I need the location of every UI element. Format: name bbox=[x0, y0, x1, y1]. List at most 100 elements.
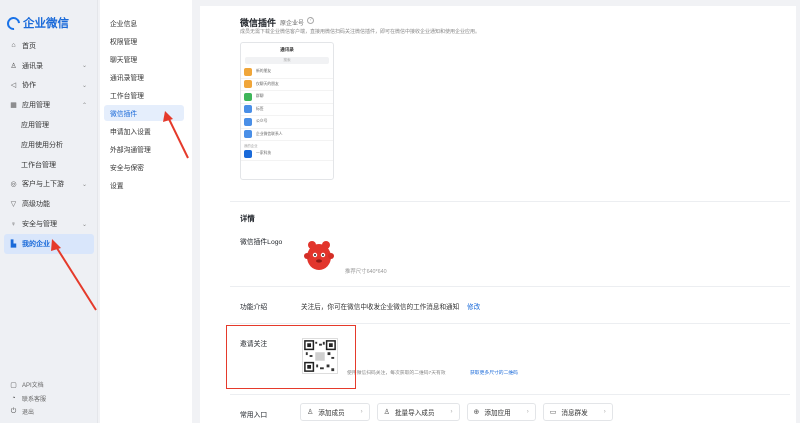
common-entry-label: 常用入口 bbox=[240, 412, 268, 419]
link-label: 联系客服 bbox=[22, 396, 47, 403]
wecom-logo-icon bbox=[4, 13, 23, 33]
chevron-right-icon: › bbox=[603, 409, 606, 415]
sidebar-item-advanced[interactable]: ▽ 高级功能 bbox=[4, 194, 94, 214]
chevron-up-icon: ⌃ bbox=[81, 102, 87, 109]
sidebar-item-collab[interactable]: ◁ 协作 ⌄ bbox=[4, 76, 94, 96]
subnav-item-permissions[interactable]: 权限管理 bbox=[104, 33, 184, 49]
sidebar-item-label: 协作 bbox=[22, 82, 36, 90]
sidebar-item-label: 安全与管理 bbox=[22, 221, 57, 229]
add-member-button[interactable]: ♙ 添加成员 › bbox=[300, 403, 370, 421]
divider bbox=[230, 286, 790, 287]
chevron-right-icon: › bbox=[450, 409, 453, 415]
sidebar-item-app-management[interactable]: ▦ 应用管理 ⌃ bbox=[4, 95, 94, 115]
chevron-down-icon: ⌄ bbox=[81, 82, 87, 89]
more-qr-sizes-link[interactable]: 获取更多尺寸的二维码 bbox=[470, 369, 518, 376]
divider bbox=[230, 394, 790, 395]
phone-preview-row: 标签 bbox=[241, 104, 333, 116]
phone-preview-row: 企业微信联系人 bbox=[241, 129, 333, 141]
add-member-icon: ♙ bbox=[307, 409, 314, 416]
phone-preview-row: 群聊 bbox=[241, 91, 333, 104]
entry-label: 添加成员 bbox=[318, 410, 345, 417]
add-app-button[interactable]: ⊕ 添加应用 › bbox=[466, 403, 536, 421]
group-chat-icon bbox=[244, 92, 252, 101]
company-icon bbox=[244, 149, 252, 158]
subnav-item-wechat-plugin[interactable]: 微信插件 bbox=[104, 105, 184, 121]
chevron-right-icon: › bbox=[526, 409, 529, 415]
bulk-import-button[interactable]: ♙ 批量导入成员 › bbox=[376, 403, 460, 421]
chevron-down-icon: ⌄ bbox=[81, 181, 87, 188]
common-entry-row: ♙ 添加成员 › ♙ 批量导入成员 › ⊕ 添加应用 › ▭ 消息群发 › bbox=[300, 403, 613, 421]
edit-intro-link[interactable]: 修改 bbox=[467, 301, 480, 311]
new-friends-icon bbox=[244, 67, 252, 76]
sidebar-subitem-app-analytics[interactable]: 应用使用分析 bbox=[4, 135, 94, 155]
phone-preview-row: 仅聊天的朋友 bbox=[241, 79, 333, 91]
phone-row-label: 标签 bbox=[256, 106, 264, 111]
sidebar-item-label: 应用管理 bbox=[21, 122, 49, 130]
plugin-logo-image[interactable] bbox=[303, 236, 335, 272]
entry-label: 消息群发 bbox=[561, 410, 588, 417]
phone-preview: 通讯录 搜索 新的朋友 仅聊天的朋友 群聊 标签 公众号 企业微信联系人 我的企… bbox=[240, 42, 334, 180]
api-doc-link[interactable]: ▢ API文档 bbox=[9, 378, 46, 392]
subnav-item-join-settings[interactable]: 申请加入设置 bbox=[104, 123, 184, 139]
support-icon: ◔ bbox=[11, 394, 16, 402]
subnav-item-security[interactable]: 安全与保密 bbox=[104, 159, 184, 175]
plugin-description: 成员无需下载企业微信客户端，直接用微信扫码关注微信插件，即可在微信中接收企业通知… bbox=[240, 29, 481, 35]
subnav-item-chat[interactable]: 聊天管理 bbox=[104, 51, 184, 67]
entry-label: 添加应用 bbox=[484, 410, 511, 417]
logout-icon: ⏻ bbox=[10, 407, 17, 415]
subnav-item-contacts[interactable]: 通讯录管理 bbox=[104, 69, 184, 85]
chevron-down-icon: ⌄ bbox=[81, 221, 87, 228]
tag-icon bbox=[244, 105, 252, 114]
sidebar-item-label: 应用使用分析 bbox=[21, 141, 63, 149]
phone-row-label: 新的朋友 bbox=[256, 69, 272, 74]
collab-icon: ◁ bbox=[10, 82, 17, 90]
sidebar-item-label: 我的企业 bbox=[22, 240, 50, 248]
wecom-contacts-icon bbox=[244, 130, 252, 139]
api-doc-icon: ▢ bbox=[10, 381, 17, 389]
logout-link[interactable]: ⏻ 退出 bbox=[9, 405, 46, 419]
annotation-highlight-box bbox=[226, 325, 356, 389]
bulk-import-icon: ♙ bbox=[383, 409, 390, 416]
intro-label: 功能介绍 bbox=[240, 304, 268, 311]
support-link[interactable]: ◔ 联系客服 bbox=[9, 392, 46, 406]
info-icon[interactable]: ? bbox=[307, 17, 314, 24]
sidebar-item-label: 应用管理 bbox=[22, 102, 50, 110]
customer-icon: ◎ bbox=[10, 181, 17, 189]
subnav-item-settings[interactable]: 设置 bbox=[104, 177, 184, 193]
sidebar-item-label: 客户与上下游 bbox=[22, 181, 64, 189]
link-label: API文档 bbox=[22, 383, 44, 390]
subnav-item-company-info[interactable]: 企业信息 bbox=[104, 15, 184, 31]
app-logo[interactable]: 企业微信 bbox=[4, 13, 69, 33]
subnav-item-external[interactable]: 外部沟通管理 bbox=[104, 141, 184, 157]
phone-preview-search: 搜索 bbox=[245, 57, 329, 64]
broadcast-icon: ▭ bbox=[549, 409, 557, 416]
qr-hint: 使用微信扫码关注，每次获取的二维码7天有效 bbox=[347, 371, 446, 376]
subnav-item-workbench[interactable]: 工作台管理 bbox=[104, 87, 184, 103]
sidebar-item-security[interactable]: ♀ 安全与管理 ⌄ bbox=[4, 214, 94, 234]
phone-preview-row: 新的朋友 bbox=[241, 66, 333, 79]
sidebar-subitem-app-management[interactable]: 应用管理 bbox=[4, 115, 94, 135]
broadcast-button[interactable]: ▭ 消息群发 › bbox=[542, 403, 613, 421]
link-label: 退出 bbox=[22, 410, 35, 417]
divider bbox=[230, 323, 790, 324]
divider bbox=[230, 201, 790, 202]
home-icon: ⌂ bbox=[11, 42, 16, 50]
app-name: 企业微信 bbox=[23, 18, 69, 30]
sidebar-item-contacts[interactable]: ♙ 通讯录 ⌄ bbox=[4, 56, 94, 76]
sidebar-nav: ⌂ 首页 ♙ 通讯录 ⌄ ◁ 协作 ⌄ ▦ 应用管理 ⌃ 应用管理 应用使用分析… bbox=[4, 36, 94, 254]
phone-preview-row: 公众号 bbox=[241, 116, 333, 129]
sidebar-item-my-company[interactable]: ▙ 我的企业 bbox=[4, 233, 94, 254]
phone-row-label: 一家科技 bbox=[256, 151, 272, 156]
entry-label: 批量导入成员 bbox=[394, 410, 435, 417]
chevron-down-icon: ⌄ bbox=[81, 63, 87, 70]
chat-only-friends-icon bbox=[244, 80, 252, 89]
sidebar-item-customers[interactable]: ◎ 客户与上下游 ⌄ bbox=[4, 175, 94, 195]
logo-size-hint: 推荐尺寸640*640 bbox=[345, 269, 387, 275]
scroll-edge bbox=[200, 0, 796, 6]
sidebar-item-label: 工作台管理 bbox=[21, 161, 56, 169]
phone-row-label: 仅聊天的朋友 bbox=[256, 81, 279, 86]
apps-icon: ▦ bbox=[10, 102, 17, 110]
sidebar-item-home[interactable]: ⌂ 首页 bbox=[4, 36, 94, 56]
official-account-icon bbox=[244, 117, 252, 126]
sidebar-subitem-workbench[interactable]: 工作台管理 bbox=[4, 155, 94, 175]
